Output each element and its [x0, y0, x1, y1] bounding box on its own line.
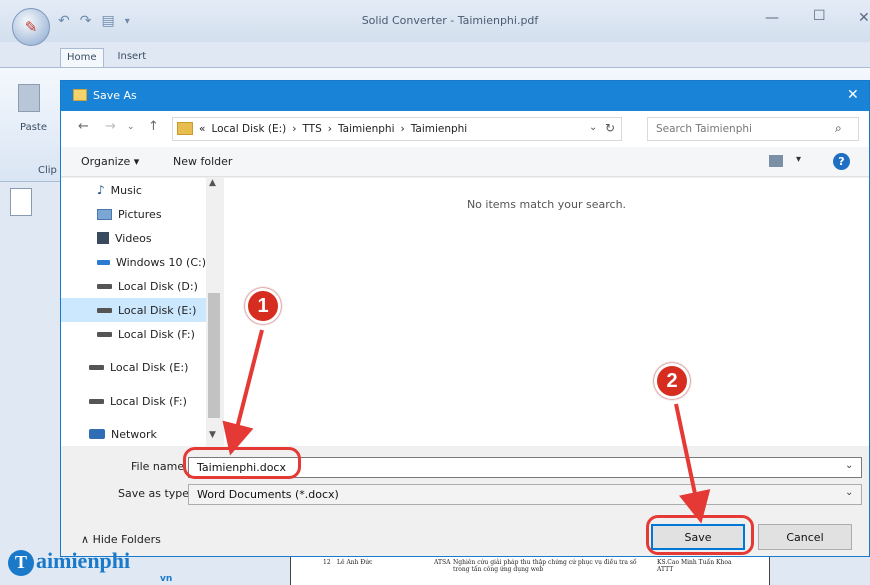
watermark-logo: T aimienphi [8, 548, 130, 576]
step-badge-2: 2 [654, 363, 690, 399]
annotation-arrows [222, 329, 711, 524]
arrow-to-save [674, 403, 711, 524]
step-badge-1: 1 [245, 288, 281, 324]
highlight-file-name [183, 447, 301, 479]
watermark-text: aimienphi [36, 548, 131, 573]
arrow-to-file-name [222, 329, 264, 456]
watermark-suffix: vn [160, 574, 173, 584]
watermark-logo-icon: T [8, 549, 34, 576]
highlight-save-button [646, 515, 754, 555]
